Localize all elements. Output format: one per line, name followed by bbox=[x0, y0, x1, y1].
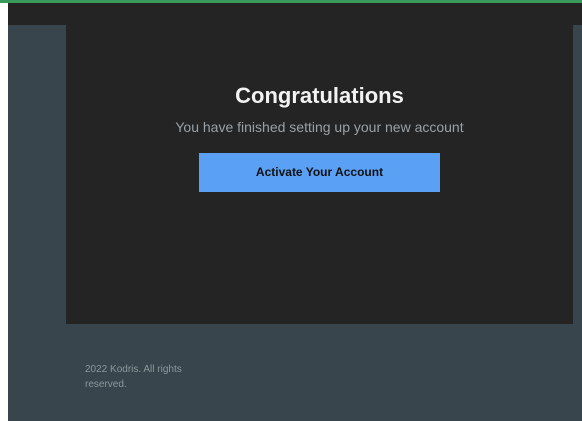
card-subtitle: You have finished setting up your new ac… bbox=[175, 119, 464, 135]
footer-copyright: 2022 Kodris. All rights reserved. bbox=[85, 364, 182, 390]
congratulations-card: Congratulations You have finished settin… bbox=[66, 25, 573, 324]
email-preview-frame: Congratulations You have finished settin… bbox=[0, 0, 582, 421]
card-title: Congratulations bbox=[235, 83, 404, 108]
activate-account-button[interactable]: Activate Your Account bbox=[199, 153, 440, 192]
header-strip bbox=[8, 3, 582, 25]
